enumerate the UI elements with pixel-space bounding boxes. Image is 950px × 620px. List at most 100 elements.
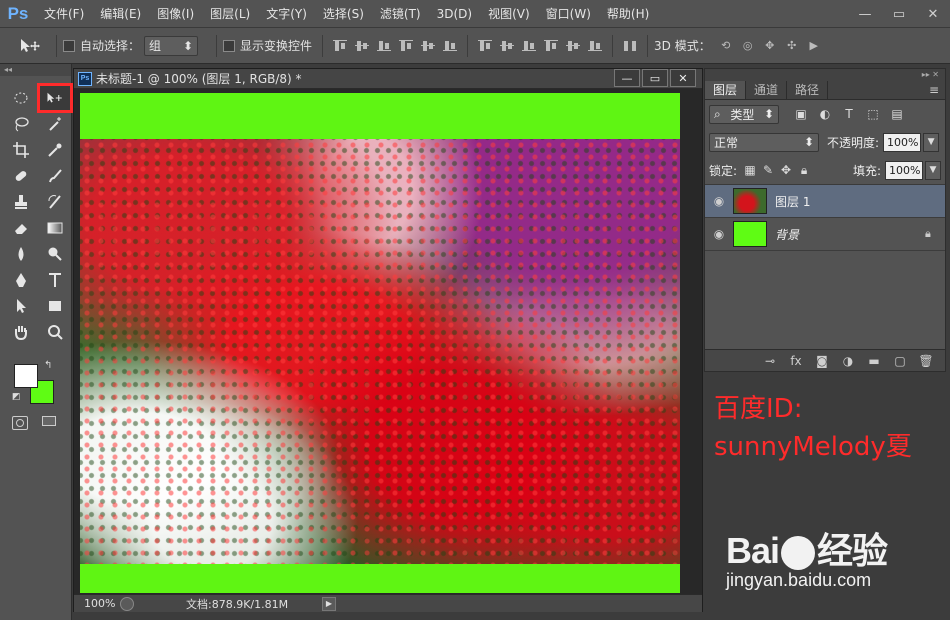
align-button[interactable] bbox=[329, 35, 351, 57]
doc-restore-button[interactable]: ▭ bbox=[642, 69, 668, 87]
status-menu-arrow-icon[interactable]: ▶ bbox=[322, 596, 336, 611]
distribute-button[interactable] bbox=[518, 35, 540, 57]
menu-item[interactable]: 滤镜(T) bbox=[372, 0, 429, 28]
distribute-button[interactable] bbox=[540, 35, 562, 57]
layer-style-icon[interactable]: fx bbox=[783, 354, 809, 368]
panel-menu-icon[interactable]: ≡ bbox=[929, 81, 945, 99]
tab-channels[interactable]: 通道 bbox=[746, 81, 788, 99]
fill-input[interactable]: 100% bbox=[885, 160, 923, 180]
close-button[interactable]: ✕ bbox=[916, 0, 950, 28]
marquee-tool[interactable] bbox=[6, 86, 36, 110]
tab-paths[interactable]: 路径 bbox=[787, 81, 829, 99]
lock-pixels-icon[interactable]: ✎ bbox=[759, 163, 777, 177]
type-tool[interactable] bbox=[40, 268, 70, 292]
swap-colors-icon[interactable]: ↰ bbox=[44, 360, 52, 371]
eye-icon[interactable]: ◉ bbox=[705, 194, 733, 208]
menu-item[interactable]: 图层(L) bbox=[202, 0, 258, 28]
gradient-tool[interactable] bbox=[40, 216, 70, 240]
eye-icon[interactable]: ◉ bbox=[705, 227, 733, 241]
lock-position-icon[interactable]: ✥ bbox=[777, 163, 795, 177]
move-tool[interactable] bbox=[37, 83, 73, 113]
blend-mode-dropdown[interactable]: 正常 ⬍ bbox=[709, 132, 819, 152]
opacity-dropdown-icon[interactable]: ▼ bbox=[923, 132, 940, 152]
path-selection-tool[interactable] bbox=[6, 294, 36, 318]
quick-mask-button[interactable] bbox=[12, 416, 28, 430]
document-tab[interactable]: Ps 未标题-1 @ 100% (图层 1, RGB/8) * — ▭ ✕ bbox=[74, 69, 702, 89]
layer-row[interactable]: ◉ 图层 1 bbox=[705, 185, 945, 218]
restore-button[interactable]: ▭ bbox=[882, 0, 916, 28]
3d-scale-button[interactable]: ▶ bbox=[803, 35, 825, 57]
menu-item[interactable]: 文件(F) bbox=[36, 0, 92, 28]
tab-layers[interactable]: 图层 bbox=[705, 81, 747, 99]
auto-align-button[interactable] bbox=[619, 35, 641, 57]
trash-icon[interactable]: 🗑︎ bbox=[913, 354, 939, 368]
panel-collapse-handle[interactable]: ▸▸ ✕ bbox=[705, 69, 945, 81]
hand-tool[interactable] bbox=[6, 320, 36, 344]
canvas-area[interactable] bbox=[74, 90, 702, 594]
crop-tool[interactable] bbox=[6, 138, 36, 162]
menu-item[interactable]: 文字(Y) bbox=[258, 0, 315, 28]
lasso-tool[interactable] bbox=[6, 112, 36, 136]
auto-select-dropdown[interactable]: 组 ⬍ bbox=[144, 35, 199, 56]
align-button[interactable] bbox=[417, 35, 439, 57]
new-group-icon[interactable]: ▬ bbox=[861, 354, 887, 368]
link-layers-icon[interactable]: ⊸ bbox=[757, 354, 783, 368]
type-filter-icon[interactable]: T bbox=[837, 107, 861, 121]
status-info-icon[interactable] bbox=[120, 596, 134, 611]
doc-minimize-button[interactable]: — bbox=[614, 69, 640, 87]
filter-type-dropdown[interactable]: ⌕ 类型 ⬍ bbox=[709, 104, 779, 124]
layer-name[interactable]: 图层 1 bbox=[775, 193, 945, 210]
fill-dropdown-icon[interactable]: ▼ bbox=[925, 160, 941, 180]
distribute-button[interactable] bbox=[584, 35, 606, 57]
lock-all-icon[interactable]: 🔒︎ bbox=[795, 163, 813, 178]
history-brush-tool[interactable] bbox=[40, 190, 70, 214]
align-button[interactable] bbox=[439, 35, 461, 57]
opacity-input[interactable]: 100% bbox=[883, 132, 922, 152]
distribute-button[interactable] bbox=[474, 35, 496, 57]
menu-item[interactable]: 选择(S) bbox=[315, 0, 372, 28]
menu-item[interactable]: 视图(V) bbox=[480, 0, 538, 28]
canvas[interactable] bbox=[80, 93, 680, 593]
adjustment-filter-icon[interactable]: ◐ bbox=[813, 107, 837, 121]
move-tool-preset-picker[interactable] bbox=[10, 34, 50, 58]
menu-item[interactable]: 3D(D) bbox=[429, 0, 480, 28]
minimize-button[interactable]: — bbox=[848, 0, 882, 28]
shape-filter-icon[interactable]: ⬚ bbox=[861, 107, 885, 121]
eraser-tool[interactable] bbox=[6, 216, 36, 240]
rectangle-tool[interactable] bbox=[40, 294, 70, 318]
brush-tool[interactable] bbox=[40, 164, 70, 188]
screen-mode-button[interactable] bbox=[42, 416, 60, 430]
foreground-color[interactable] bbox=[14, 364, 38, 388]
menu-item[interactable]: 窗口(W) bbox=[538, 0, 599, 28]
pen-tool[interactable] bbox=[6, 268, 36, 292]
3d-slide-button[interactable]: ✣ bbox=[781, 35, 803, 57]
zoom-tool[interactable] bbox=[40, 320, 70, 344]
layer-row[interactable]: ◉ 背景 🔒︎ bbox=[705, 218, 945, 251]
tulip-photo-layer[interactable] bbox=[80, 139, 680, 564]
blur-tool[interactable] bbox=[6, 242, 36, 266]
clone-stamp-tool[interactable] bbox=[6, 190, 36, 214]
doc-close-button[interactable]: ✕ bbox=[670, 69, 696, 87]
menu-item[interactable]: 帮助(H) bbox=[599, 0, 657, 28]
align-button[interactable] bbox=[373, 35, 395, 57]
align-button[interactable] bbox=[395, 35, 417, 57]
magic-wand-tool[interactable] bbox=[40, 112, 70, 136]
3d-roll-button[interactable]: ◎ bbox=[737, 35, 759, 57]
3d-drag-button[interactable]: ✥ bbox=[759, 35, 781, 57]
menu-item[interactable]: 编辑(E) bbox=[92, 0, 149, 28]
smart-object-filter-icon[interactable]: ▤ bbox=[885, 107, 909, 121]
menu-item[interactable]: 图像(I) bbox=[149, 0, 202, 28]
zoom-level[interactable]: 100% bbox=[74, 597, 115, 610]
align-button[interactable] bbox=[351, 35, 373, 57]
auto-select-checkbox[interactable] bbox=[63, 39, 75, 52]
add-mask-icon[interactable]: ◙ bbox=[809, 354, 835, 368]
distribute-button[interactable] bbox=[562, 35, 584, 57]
adjustment-layer-icon[interactable]: ◑ bbox=[835, 354, 861, 368]
toolbox-collapse-handle[interactable]: ◂◂ bbox=[0, 64, 71, 76]
distribute-button[interactable] bbox=[496, 35, 518, 57]
image-filter-icon[interactable]: ▣ bbox=[789, 107, 813, 121]
default-colors-icon[interactable]: ◩ bbox=[12, 392, 21, 402]
layer-name[interactable]: 背景 bbox=[775, 226, 925, 243]
dodge-tool[interactable] bbox=[40, 242, 70, 266]
healing-brush-tool[interactable] bbox=[6, 164, 36, 188]
